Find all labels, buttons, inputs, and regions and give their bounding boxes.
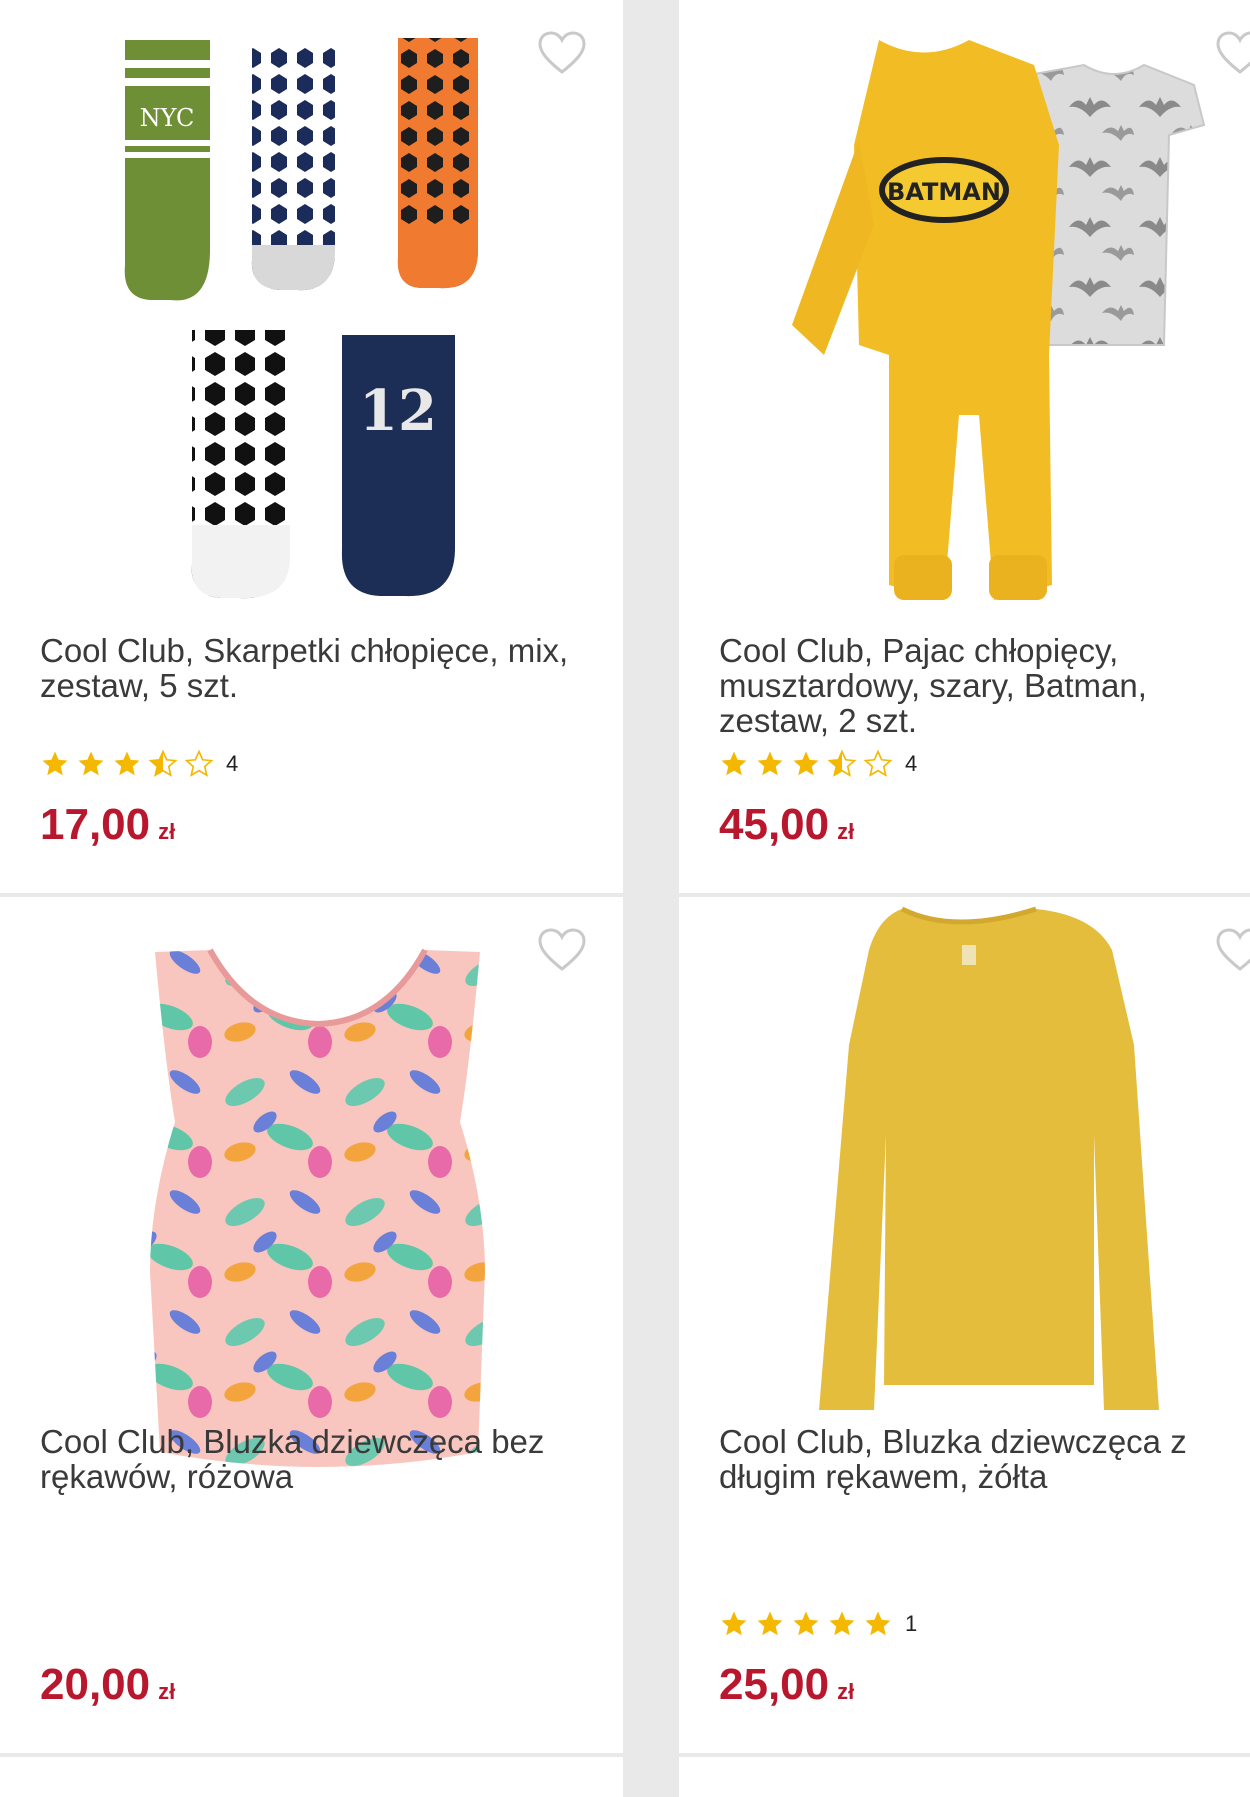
product-card-partial[interactable] [679, 1757, 1250, 1797]
sock-nyc-text: NYC [140, 104, 195, 132]
product-card[interactable]: Cool Club, Bluzka dziewczęca bez rękawów… [0, 897, 623, 1753]
product-image[interactable]: NYC 12 [110, 20, 540, 600]
favorite-heart-icon[interactable] [537, 30, 587, 76]
favorite-heart-icon[interactable] [537, 927, 587, 973]
print-batman-text: BATMAN [887, 178, 1001, 206]
star-empty-icon [863, 749, 893, 777]
star-filled-icon [721, 751, 747, 776]
product-price: 17,00 zł [40, 800, 175, 850]
star-filled-icon [42, 751, 68, 776]
price-currency: zł [837, 819, 855, 844]
star-filled-icon [757, 1611, 783, 1636]
rating-count: 4 [226, 751, 239, 776]
star-empty-icon [184, 749, 214, 777]
price-amount: 20,00 [40, 1660, 151, 1709]
product-title[interactable]: Cool Club, Skarpetki chłopięce, mix, zes… [40, 633, 600, 703]
star-filled-icon [829, 1611, 855, 1636]
star-filled-icon [78, 751, 104, 776]
star-filled-icon [721, 1611, 747, 1636]
rating-count: 4 [905, 751, 918, 776]
star-filled-icon [757, 751, 783, 776]
star-filled-icon [865, 1611, 891, 1636]
product-card-partial[interactable] [0, 1757, 623, 1797]
price-amount: 25,00 [719, 1660, 830, 1709]
star-filled-icon [114, 751, 140, 776]
product-rating: 1 [719, 1607, 917, 1641]
price-currency: zł [837, 1679, 855, 1704]
product-title[interactable]: Cool Club, Bluzka dziewczęca z długim rę… [719, 1424, 1229, 1494]
price-currency: zł [158, 819, 176, 844]
sock-number-text: 12 [359, 378, 437, 444]
star-half-icon [827, 749, 857, 777]
star-half-icon [148, 749, 178, 777]
product-card[interactable]: Cool Club, Bluzka dziewczęca z długim rę… [679, 897, 1250, 1753]
product-price: 25,00 zł [719, 1660, 854, 1710]
product-title[interactable]: Cool Club, Pajac chłopięcy, musztardowy,… [719, 633, 1229, 738]
product-price: 45,00 zł [719, 800, 854, 850]
product-image[interactable] [774, 905, 1219, 1415]
star-filled-icon [793, 751, 819, 776]
product-rating: 4 [719, 747, 917, 781]
product-image[interactable]: BATMAN [784, 25, 1244, 605]
favorite-heart-icon[interactable] [1215, 927, 1250, 973]
product-card[interactable]: NYC 12 Cool Club, Skarpetki chłopięce, m… [0, 0, 623, 893]
product-card[interactable]: BATMAN Cool Club, Pajac chłopięcy, muszt… [679, 0, 1250, 893]
price-currency: zł [158, 1679, 176, 1704]
product-rating: 4 [40, 747, 238, 781]
price-amount: 17,00 [40, 800, 151, 849]
product-price: 20,00 zł [40, 1660, 175, 1710]
rating-count: 1 [905, 1611, 918, 1636]
price-amount: 45,00 [719, 800, 830, 849]
star-filled-icon [793, 1611, 819, 1636]
product-title[interactable]: Cool Club, Bluzka dziewczęca bez rękawów… [40, 1424, 600, 1494]
product-image[interactable] [100, 942, 535, 1472]
